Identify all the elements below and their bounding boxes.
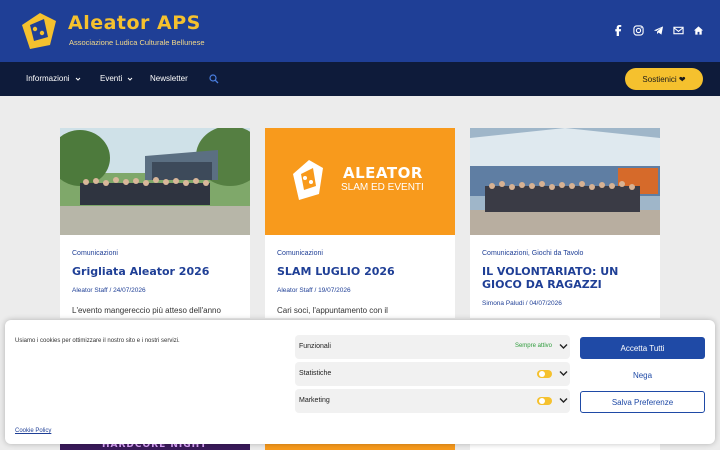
chevron-down-icon — [75, 77, 80, 81]
site-subtitle: Associazione Ludica Culturale Bellunese — [69, 38, 205, 47]
nav-item-informazioni[interactable]: Informazioni — [26, 74, 81, 83]
post-title[interactable]: Grigliata Aleator 2026 — [72, 265, 209, 278]
post-excerpt: L'evento mangereccio più atteso dell'ann… — [72, 306, 221, 315]
support-button[interactable]: Sostienici ❤ — [625, 68, 703, 90]
aleator-logo-icon[interactable] — [18, 11, 60, 51]
post-excerpt: Cari soci, l'appuntamento con il — [277, 306, 388, 315]
banner-subtitle: SLAM ED EVENTI — [341, 182, 424, 193]
email-icon[interactable] — [673, 25, 684, 36]
always-active-label: Sempre attivo — [514, 343, 552, 349]
cookie-message: Usiamo i cookies per ottimizzare il nost… — [15, 338, 180, 344]
cookie-category-label: Statistiche — [299, 370, 332, 377]
home-icon[interactable] — [693, 25, 704, 36]
aleator-logo-icon — [293, 160, 323, 200]
cookie-category-marketing[interactable]: Marketing — [295, 389, 570, 413]
cookie-policy-link[interactable]: Cookie Policy — [15, 428, 51, 434]
nav-item-label: Informazioni — [26, 74, 70, 83]
post-title[interactable]: SLAM LUGLIO 2026 — [277, 265, 395, 278]
nav-item-eventi[interactable]: Eventi — [100, 74, 133, 83]
chevron-down-icon[interactable] — [559, 370, 568, 377]
chevron-down-icon[interactable] — [559, 397, 568, 404]
nav-item-newsletter[interactable]: Newsletter — [150, 74, 188, 83]
post-meta: Aleator Staff / 24/07/2026 — [72, 287, 146, 294]
post-meta: Simona Paludi / 04/07/2026 — [482, 300, 562, 307]
post-thumbnail[interactable] — [60, 128, 250, 235]
nav-item-label: Newsletter — [150, 74, 188, 83]
post-title-line: GIOCO DA RAGAZZI — [482, 278, 602, 291]
marketing-toggle[interactable] — [537, 397, 552, 405]
deny-button[interactable]: Nega — [580, 364, 705, 386]
cookie-category-funzionali[interactable]: Funzionali Sempre attivo — [295, 335, 570, 359]
post-categories[interactable]: Comunicazioni — [277, 250, 323, 257]
save-preferences-button[interactable]: Salva Preferenze — [580, 391, 705, 413]
post-meta: Aleator Staff / 19/07/2026 — [277, 287, 351, 294]
chevron-down-icon[interactable] — [559, 343, 568, 350]
cookie-category-label: Funzionali — [299, 343, 331, 350]
post-title-line: IL VOLONTARIATO: UN — [482, 265, 619, 278]
cookie-category-statistiche[interactable]: Statistiche — [295, 362, 570, 386]
instagram-icon[interactable] — [633, 25, 644, 36]
post-title[interactable]: IL VOLONTARIATO: UN GIOCO DA RAGAZZI — [482, 265, 618, 291]
facebook-icon[interactable] — [613, 25, 624, 36]
statistiche-toggle[interactable] — [537, 370, 552, 378]
social-links — [613, 25, 704, 36]
post-categories[interactable]: Comunicazioni — [72, 250, 118, 257]
telegram-icon[interactable] — [653, 25, 664, 36]
nav-item-label: Eventi — [100, 74, 123, 83]
search-icon[interactable] — [209, 74, 219, 84]
site-header: Aleator APS Associazione Ludica Cultural… — [0, 0, 720, 62]
post-thumbnail[interactable]: ALEATOR SLAM ED EVENTI — [265, 128, 455, 235]
post-thumbnail[interactable] — [470, 128, 660, 235]
cookie-banner: Usiamo i cookies per ottimizzare il nost… — [5, 320, 715, 444]
chevron-down-icon — [127, 77, 133, 81]
post-categories[interactable]: Comunicazioni, Giochi da Tavolo — [482, 250, 583, 257]
site-title[interactable]: Aleator APS — [68, 12, 201, 34]
banner-title: ALEATOR — [343, 164, 423, 182]
cookie-category-label: Marketing — [299, 397, 330, 404]
accept-all-button[interactable]: Accetta Tutti — [580, 337, 705, 359]
